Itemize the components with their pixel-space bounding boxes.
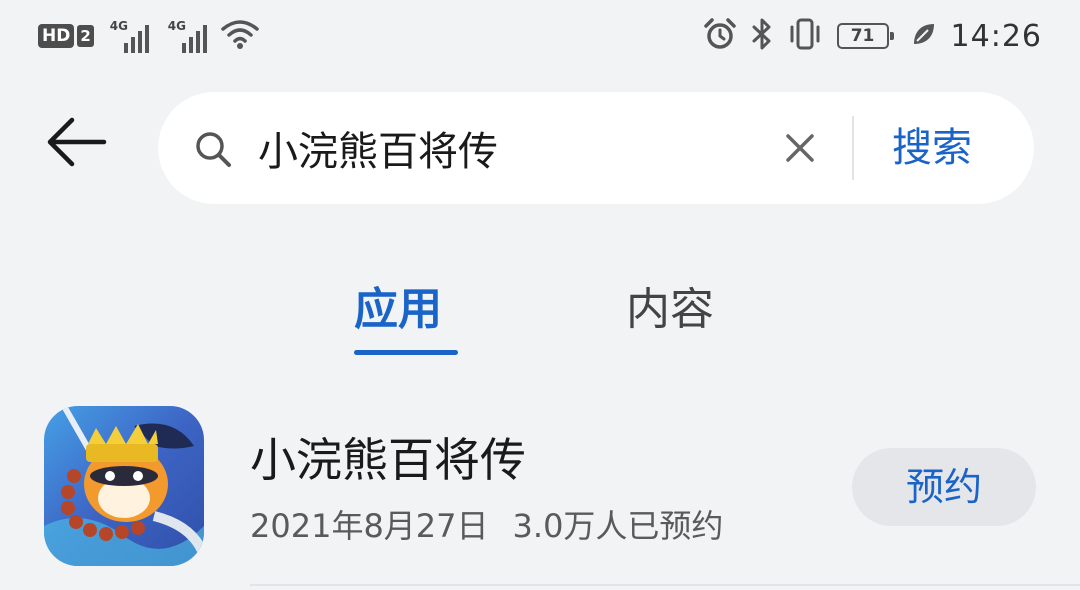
signal-icon-2: 4G: [167, 19, 210, 53]
bluetooth-icon: [751, 17, 773, 55]
tab-content[interactable]: 内容: [626, 280, 714, 340]
search-input[interactable]: [258, 116, 768, 180]
status-bar: HD 2 4G 4G 71 14:26: [0, 0, 1080, 72]
active-tab-indicator: [354, 350, 458, 355]
search-bar: 搜索: [158, 92, 1034, 204]
back-button[interactable]: [44, 112, 116, 184]
close-icon: [786, 134, 814, 162]
search-icon: [194, 130, 234, 174]
release-date: 2021年8月27日: [250, 507, 489, 545]
reserve-button[interactable]: 预约: [852, 448, 1036, 526]
vibrate-icon: [787, 17, 823, 55]
search-divider: [852, 116, 854, 180]
list-item[interactable]: 小浣熊百将传 2021年8月27日 3.0万人已预约 预约: [0, 396, 1080, 590]
sim-label: 2: [77, 25, 94, 47]
search-button[interactable]: 搜索: [892, 120, 972, 176]
battery-level: 71: [850, 26, 875, 46]
app-name[interactable]: 小浣熊百将传: [250, 430, 526, 490]
clock: 14:26: [950, 18, 1042, 54]
back-arrow-icon: [47, 117, 107, 167]
tab-bar: 应用 内容: [0, 270, 1080, 360]
clear-search-button[interactable]: [774, 122, 826, 174]
tab-apps[interactable]: 应用: [354, 280, 442, 340]
battery-icon: 71: [836, 23, 894, 49]
wifi-icon: [220, 18, 260, 54]
signal-icon: 4G: [109, 19, 152, 53]
app-meta: 2021年8月27日 3.0万人已预约: [250, 504, 723, 548]
item-divider: [250, 584, 1080, 586]
status-left: HD 2 4G 4G: [38, 14, 260, 58]
alarm-icon: [703, 17, 737, 55]
hd-badge: HD 2: [38, 24, 94, 48]
status-right: 71 14:26: [703, 14, 1042, 58]
app-icon[interactable]: [44, 406, 204, 566]
network-type-label: 4G: [109, 19, 128, 33]
leaf-icon: [911, 21, 937, 51]
network-type-label-2: 4G: [167, 19, 186, 33]
hd-label: HD: [38, 24, 75, 48]
reservation-count: 3.0万人已预约: [512, 507, 724, 545]
